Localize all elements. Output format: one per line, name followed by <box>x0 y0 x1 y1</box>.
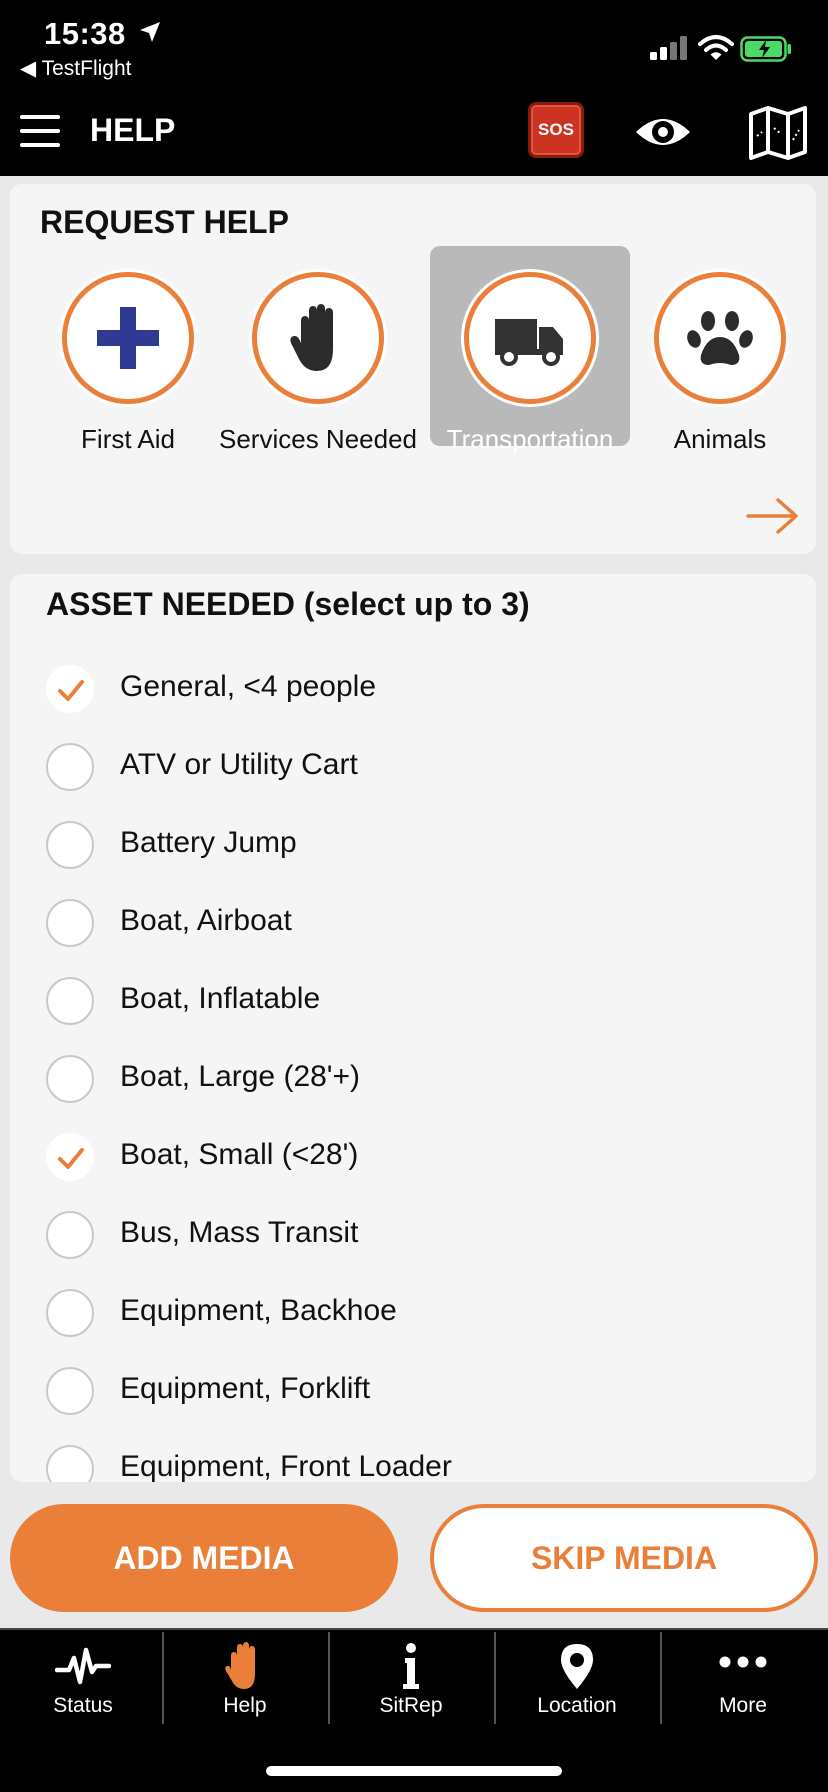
tab-more[interactable]: More <box>660 1630 826 1726</box>
tab-location[interactable]: Location <box>494 1630 660 1726</box>
category-animals[interactable]: Animals <box>620 246 820 454</box>
asset-option-label: Equipment, Front Loader <box>120 1450 452 1482</box>
plus-icon <box>97 307 159 369</box>
asset-option[interactable]: Equipment, Forklift <box>10 1352 816 1430</box>
asset-option[interactable]: Bus, Mass Transit <box>10 1196 816 1274</box>
asset-option-label: Boat, Inflatable <box>120 982 321 1015</box>
back-to-app-link[interactable]: ◀ TestFlight <box>20 56 131 81</box>
eye-icon[interactable] <box>634 112 692 152</box>
pin-icon <box>561 1644 593 1689</box>
map-icon[interactable] <box>748 106 808 160</box>
asset-checkbox[interactable] <box>46 977 94 1025</box>
asset-needed-title: ASSET NEEDED (select up to 3) <box>46 586 530 622</box>
checkmark-icon <box>58 1148 84 1169</box>
hand-icon <box>290 304 333 371</box>
asset-option-label: Equipment, Backhoe <box>120 1294 397 1327</box>
wifi-icon <box>698 35 734 60</box>
home-indicator <box>266 1766 562 1776</box>
status-time: 15:38 <box>44 16 126 51</box>
location-arrow-icon <box>140 22 160 42</box>
content-area: REQUEST HELP First Aid Services Needed T… <box>0 176 828 1628</box>
asset-checkbox-checked[interactable] <box>46 665 94 713</box>
asset-option[interactable]: Equipment, Backhoe <box>10 1274 816 1352</box>
cellular-signal-icon <box>650 36 687 60</box>
battery-icon <box>740 36 791 62</box>
asset-option-label: General, <4 people <box>120 670 377 703</box>
asset-checkbox[interactable] <box>46 743 94 791</box>
asset-option-label: Battery Jump <box>120 826 297 859</box>
asset-checkbox[interactable] <box>46 821 94 869</box>
arrow-right-icon[interactable] <box>746 496 800 536</box>
media-buttons: ADD MEDIA SKIP MEDIA <box>0 1482 828 1628</box>
asset-checkbox-checked[interactable] <box>46 1133 94 1181</box>
hamburger-menu-icon[interactable] <box>20 115 60 147</box>
category-label: Services Needed <box>219 424 417 454</box>
tab-label: Status <box>53 1694 113 1717</box>
hand-icon <box>225 1642 255 1689</box>
category-services-needed[interactable]: Services Needed <box>218 246 418 454</box>
asset-list: General, <4 people ATV or Utility Cart Bat… <box>10 650 816 1482</box>
checkmark-icon <box>58 680 84 701</box>
asset-checkbox[interactable] <box>46 1289 94 1337</box>
page-title: HELP <box>90 112 176 148</box>
asset-option[interactable]: General, <4 people <box>10 650 816 728</box>
pulse-icon <box>55 1647 111 1685</box>
asset-option[interactable]: Boat, Small (<28') <box>10 1118 816 1196</box>
tab-label: Location <box>537 1694 617 1717</box>
more-icon <box>719 1656 767 1668</box>
tab-label: SitRep <box>379 1694 443 1717</box>
category-transportation[interactable]: Transportation <box>430 246 630 454</box>
asset-option-label: Boat, Large (28'+) <box>120 1060 361 1093</box>
asset-checkbox[interactable] <box>46 1055 94 1103</box>
asset-option-label: Boat, Airboat <box>120 904 292 937</box>
asset-checkbox[interactable] <box>46 899 94 947</box>
request-help-title: REQUEST HELP <box>40 204 289 240</box>
tab-bar: Status Help SitRep Location More <box>0 1628 828 1792</box>
asset-option[interactable]: Boat, Airboat <box>10 884 816 962</box>
asset-option[interactable]: Boat, Inflatable <box>10 962 816 1040</box>
skip-media-button[interactable]: SKIP MEDIA <box>430 1504 818 1612</box>
asset-checkbox[interactable] <box>46 1445 94 1482</box>
asset-checkbox[interactable] <box>46 1211 94 1259</box>
paw-icon <box>687 311 753 365</box>
app-header: HELP SOS <box>0 90 828 176</box>
sos-button[interactable]: SOS <box>528 102 584 158</box>
tab-label: More <box>719 1694 767 1717</box>
asset-option-label: Bus, Mass Transit <box>120 1216 359 1249</box>
tab-label: Help <box>223 1694 267 1717</box>
tab-status[interactable]: Status <box>0 1630 166 1726</box>
info-icon <box>403 1643 419 1689</box>
add-media-button[interactable]: ADD MEDIA <box>10 1504 398 1612</box>
asset-option[interactable]: Equipment, Front Loader <box>10 1430 816 1482</box>
asset-option[interactable]: Battery Jump <box>10 806 816 884</box>
category-first-aid[interactable]: First Aid <box>28 246 228 454</box>
asset-option-label: Boat, Small (<28') <box>120 1138 359 1171</box>
asset-option[interactable]: Boat, Large (28'+) <box>10 1040 816 1118</box>
tab-help[interactable]: Help <box>162 1630 328 1726</box>
asset-option[interactable]: ATV or Utility Cart <box>10 728 816 806</box>
status-bar: 15:38 ◀ TestFlight <box>0 0 828 90</box>
asset-checkbox[interactable] <box>46 1367 94 1415</box>
category-label: Animals <box>673 424 767 454</box>
asset-option-label: ATV or Utility Cart <box>120 748 358 781</box>
request-help-card: REQUEST HELP First Aid Services Needed T… <box>10 184 816 554</box>
tab-sitrep[interactable]: SitRep <box>328 1630 494 1726</box>
truck-icon <box>495 319 563 366</box>
asset-option-label: Equipment, Forklift <box>120 1372 371 1405</box>
asset-needed-card: ASSET NEEDED (select up to 3) General, <… <box>10 574 816 1482</box>
